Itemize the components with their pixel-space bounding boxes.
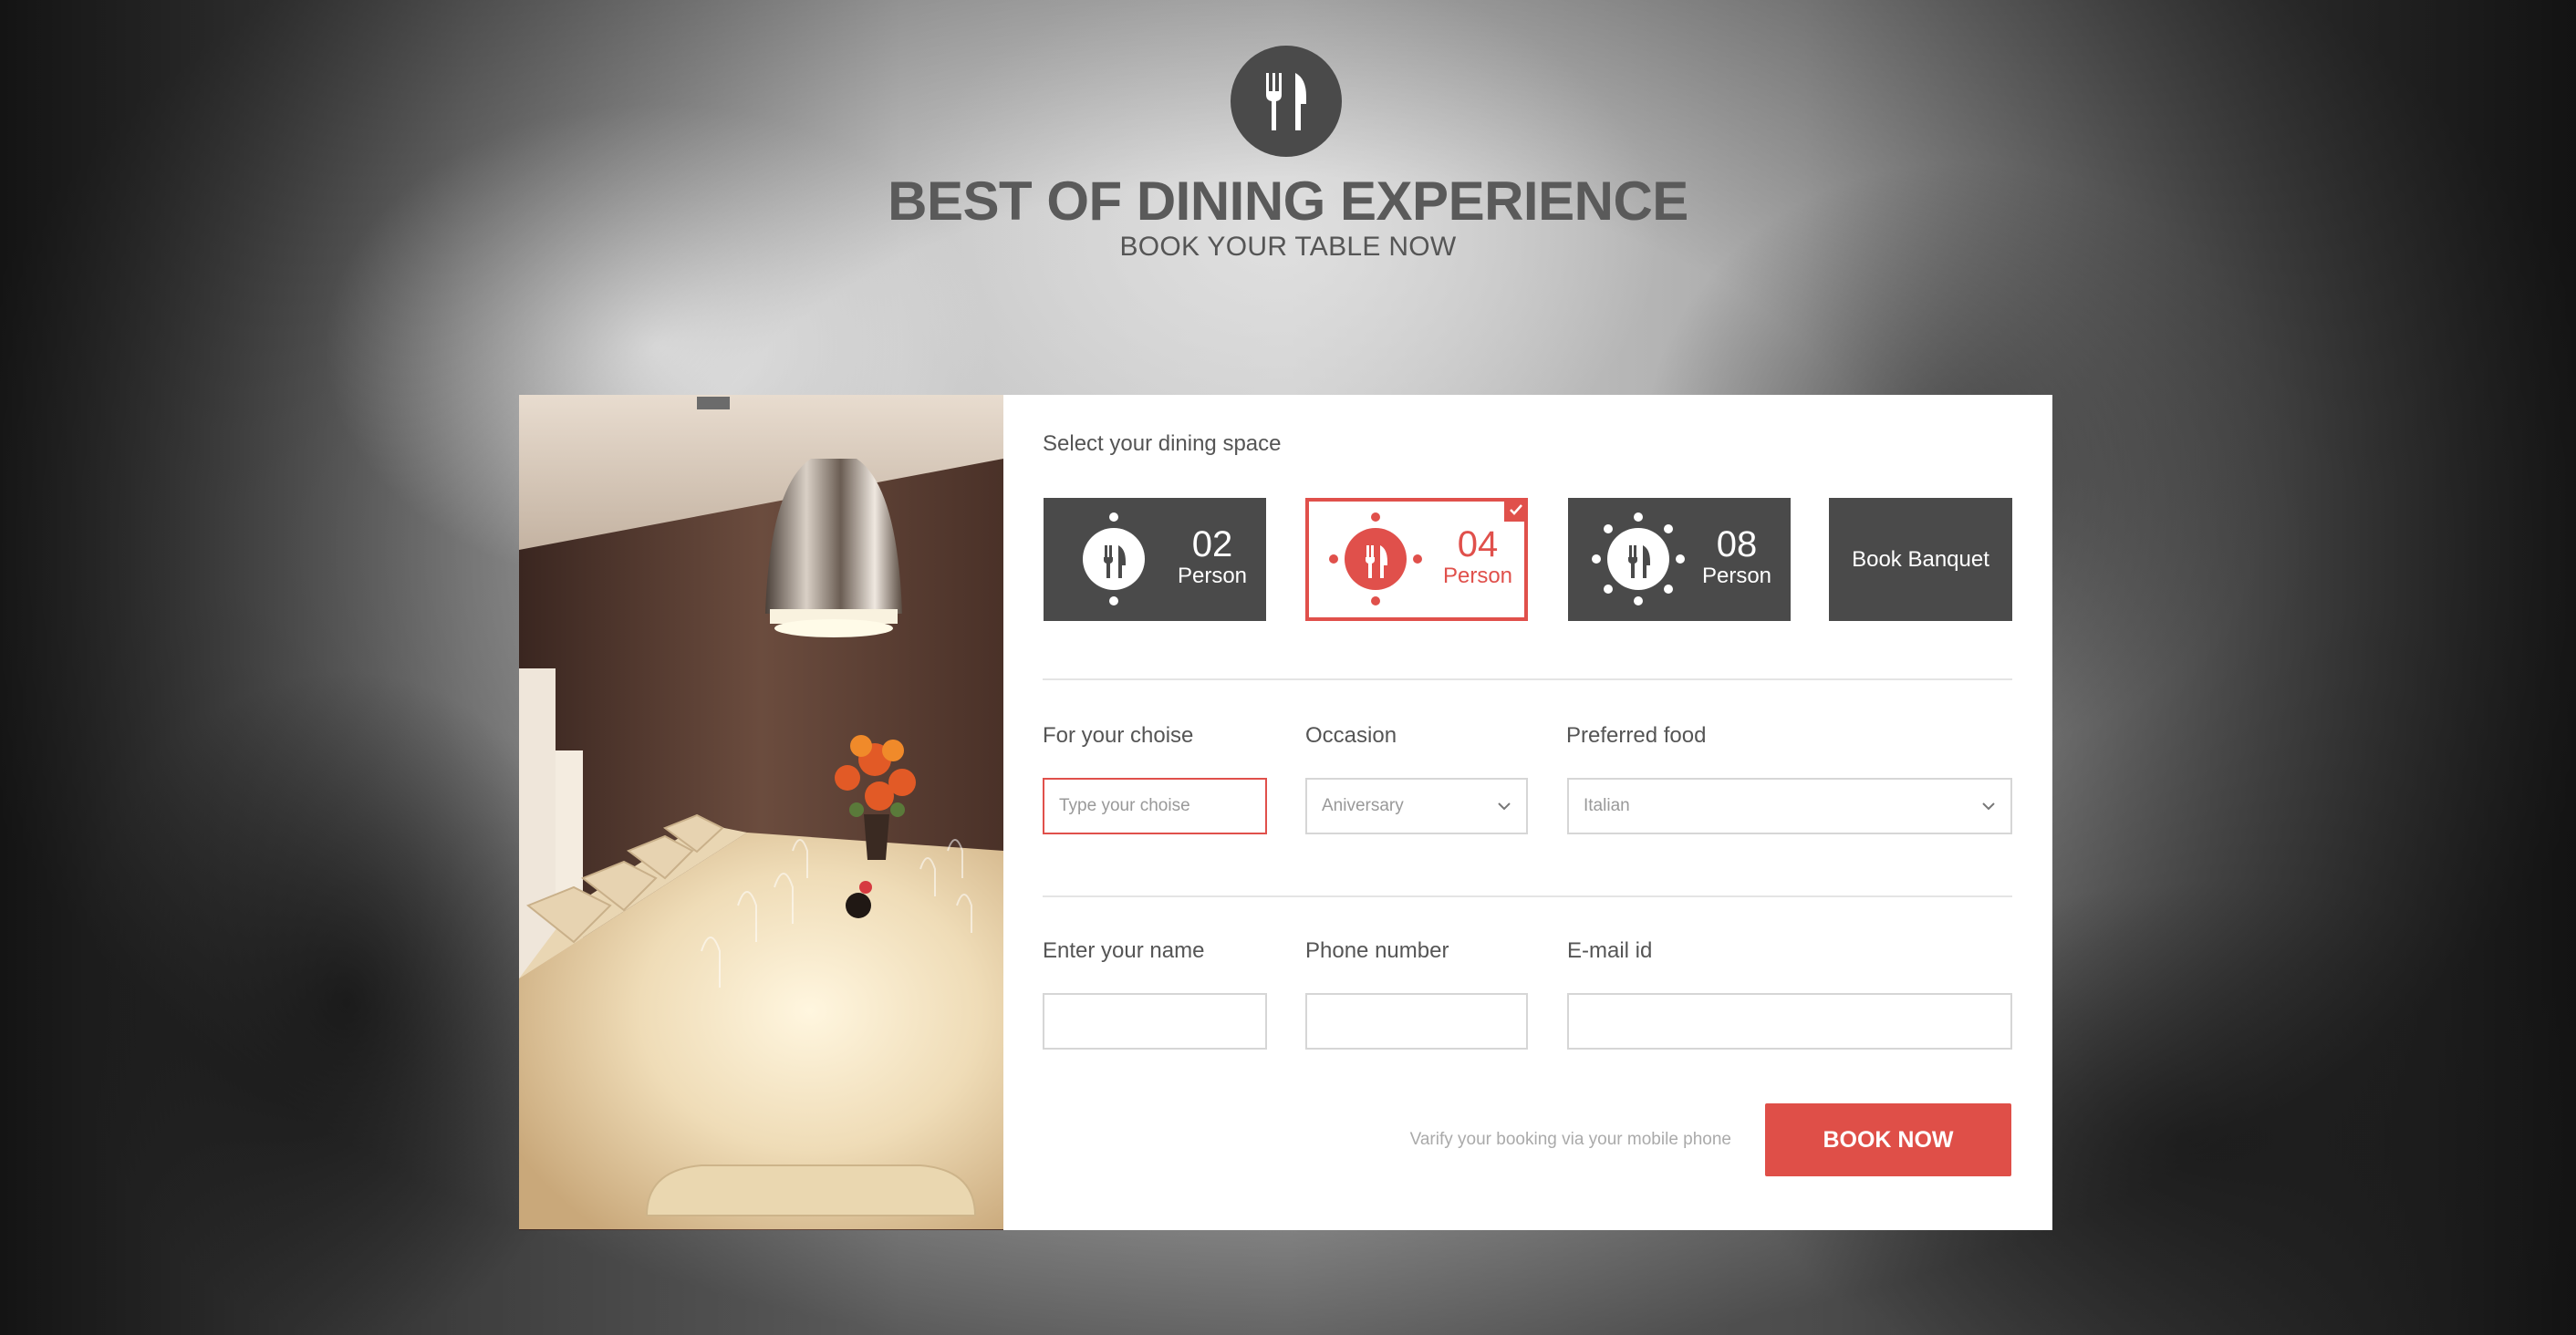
table-2-icon: [1064, 509, 1164, 609]
email-input[interactable]: [1567, 993, 2012, 1050]
table-4-icon: [1325, 509, 1426, 609]
dining-space-label: Select your dining space: [1043, 431, 1282, 456]
option-unit: Person: [1442, 564, 1513, 588]
phone-input[interactable]: [1305, 993, 1528, 1050]
occasion-label: Occasion: [1305, 723, 1397, 748]
space-option-2-person[interactable]: 02 Person: [1044, 498, 1266, 621]
preferred-food-select[interactable]: Italian: [1567, 778, 2012, 834]
selected-check-icon: [1504, 498, 1528, 522]
page-subtitle: BOOK YOUR TABLE NOW: [1119, 232, 1457, 262]
restaurant-photo: [519, 395, 1003, 1230]
phone-label: Phone number: [1305, 938, 1449, 963]
occasion-value: Aniversary: [1322, 796, 1404, 815]
space-option-8-person[interactable]: 08 Person: [1568, 498, 1791, 621]
email-label: E-mail id: [1567, 938, 1653, 963]
book-now-button[interactable]: BOOK NOW: [1765, 1103, 2011, 1176]
option-count: 02: [1191, 524, 1233, 564]
option-unit: Person: [1177, 564, 1248, 588]
chevron-down-icon: [1982, 802, 1995, 811]
food-value: Italian: [1584, 796, 1630, 815]
verify-note: Varify your booking via your mobile phon…: [1409, 1130, 1731, 1149]
banquet-label: Book Banquet: [1852, 546, 1989, 572]
occasion-select[interactable]: Aniversary: [1305, 778, 1528, 834]
fork-knife-icon: [1266, 73, 1306, 130]
choice-input[interactable]: [1043, 778, 1267, 834]
preferred-food-label: Preferred food: [1566, 723, 1707, 748]
option-count: 08: [1716, 524, 1758, 564]
name-input[interactable]: [1043, 993, 1267, 1050]
chevron-down-icon: [1498, 802, 1511, 811]
choice-label: For your choise: [1043, 723, 1194, 748]
divider: [1043, 678, 2012, 680]
table-8-icon: [1588, 509, 1688, 609]
page-title: BEST OF DINING EXPERIENCE: [888, 171, 1688, 232]
name-label: Enter your name: [1043, 938, 1205, 963]
logo-badge: [1231, 46, 1342, 157]
space-option-4-person[interactable]: 04 Person: [1305, 498, 1528, 621]
dining-room-image: [519, 395, 1003, 1230]
divider: [1043, 895, 2012, 897]
option-unit: Person: [1701, 564, 1772, 588]
option-count: 04: [1457, 524, 1499, 564]
booking-form: Select your dining space 02 Person 04 Pe…: [1003, 395, 2052, 1230]
book-banquet-option[interactable]: Book Banquet: [1829, 498, 2012, 621]
